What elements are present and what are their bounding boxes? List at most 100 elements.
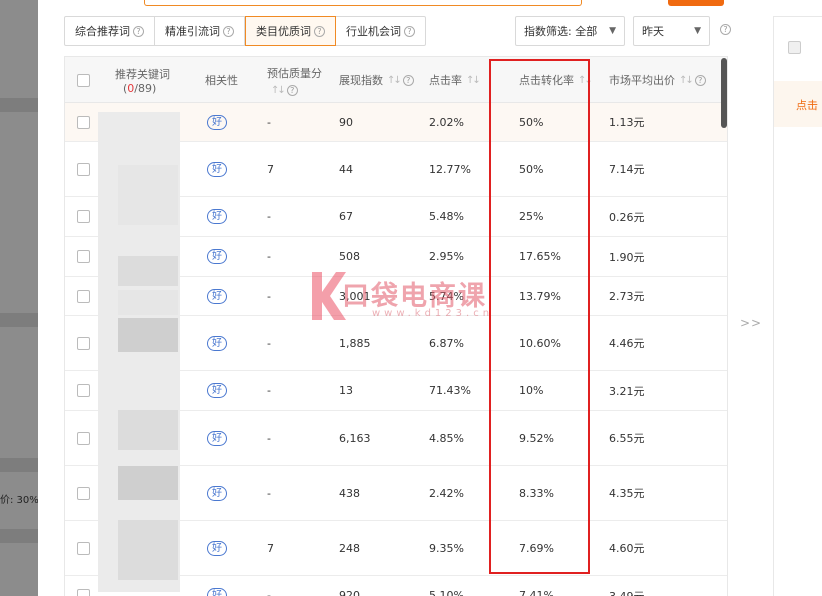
- relevance-badge: 好: [207, 249, 227, 264]
- cell-quality: -: [267, 589, 271, 596]
- cell-impressions: 438: [339, 486, 360, 500]
- row-checkbox[interactable]: [77, 336, 90, 350]
- tab-label: 精准引流词: [165, 25, 220, 38]
- cell-cvr: 10%: [519, 371, 543, 410]
- cell-impressions: 920: [339, 576, 360, 596]
- right-panel-text: 点击: [796, 99, 818, 112]
- help-icon[interactable]: ?: [404, 25, 415, 37]
- cell-ctr: 2.95%: [429, 250, 464, 263]
- checkbox-cell: [77, 237, 90, 276]
- sort-icon[interactable]: ↑↓: [387, 75, 402, 86]
- tab-label: 行业机会词: [346, 25, 401, 38]
- sort-icon[interactable]: ↑↓: [679, 75, 694, 86]
- relevance-badge: 好: [207, 114, 227, 130]
- cell-quality: -: [267, 115, 271, 129]
- checkbox-cell: [77, 197, 90, 236]
- tab-industry-opportunity[interactable]: 行业机会词?: [336, 17, 425, 45]
- blurred-keywords: [118, 165, 178, 225]
- header-avg-price[interactable]: 市场平均出价 ↑↓?: [609, 57, 706, 103]
- search-button[interactable]: [668, 0, 724, 6]
- cell-relevance: 好: [207, 371, 227, 410]
- checkbox-cell: [77, 576, 90, 596]
- cell-impressions: 44: [339, 142, 353, 196]
- cell-impressions: 438: [339, 466, 360, 520]
- cell-ctr: 2.95%: [429, 237, 464, 276]
- cell-ctr: 2.42%: [429, 466, 464, 520]
- cell-price: 3.49元: [609, 589, 645, 596]
- cell-impressions: 90: [339, 103, 353, 141]
- cell-quality: -: [267, 384, 271, 397]
- cell-relevance: 好: [207, 197, 227, 236]
- row-checkbox[interactable]: [77, 162, 90, 176]
- cell-cvr: 10.60%: [519, 336, 561, 350]
- row-checkbox[interactable]: [77, 210, 90, 223]
- cell-cvr: 25%: [519, 210, 544, 223]
- search-input[interactable]: [144, 0, 582, 6]
- help-icon[interactable]: ?: [314, 25, 325, 37]
- sort-icon[interactable]: ↑↓: [578, 75, 593, 86]
- help-icon[interactable]: ?: [694, 74, 706, 86]
- row-checkbox[interactable]: [77, 115, 90, 129]
- left-band: [0, 458, 38, 472]
- header-impressions[interactable]: 展现指数 ↑↓?: [339, 57, 414, 103]
- tab-precise[interactable]: 精准引流词?: [155, 17, 245, 45]
- help-icon[interactable]: ?: [133, 25, 144, 37]
- row-checkbox[interactable]: [77, 289, 90, 303]
- cell-ctr: 12.77%: [429, 142, 471, 196]
- keyword-panel: 综合推荐词? 精准引流词? 类目优质词? 行业机会词? 指数筛选: 全部 ▼ 昨…: [38, 0, 773, 596]
- cell-ctr: 9.35%: [429, 521, 464, 575]
- header-cvr[interactable]: 点击转化率 ↑↓: [519, 57, 593, 103]
- help-icon[interactable]: ?: [286, 84, 298, 96]
- cell-price: 4.46元: [609, 337, 645, 350]
- help-icon[interactable]: ?: [223, 25, 234, 37]
- checkbox-cell: [77, 103, 90, 141]
- index-filter-select[interactable]: 指数筛选: 全部 ▼: [515, 16, 625, 46]
- row-checkbox[interactable]: [77, 431, 90, 445]
- row-checkbox[interactable]: [77, 384, 90, 397]
- select-all-checkbox[interactable]: [77, 73, 90, 87]
- cell-impressions: 920: [339, 589, 360, 596]
- expand-arrows-icon[interactable]: >>: [740, 316, 762, 330]
- blurred-keywords: [118, 318, 178, 352]
- row-checkbox[interactable]: [77, 589, 90, 596]
- cell-impressions: 1,885: [339, 316, 371, 370]
- cell-ctr: 5.74%: [429, 277, 464, 315]
- blurred-keywords: [118, 410, 178, 450]
- cell-price: 4.35元: [609, 487, 645, 500]
- cell-price: 2.73元: [609, 277, 645, 315]
- cell-price: 1.90元: [609, 250, 645, 264]
- row-checkbox[interactable]: [77, 250, 90, 263]
- cell-price: 1.13元: [609, 116, 645, 129]
- keyword-tabs: 综合推荐词? 精准引流词? 类目优质词? 行业机会词?: [64, 16, 426, 46]
- sort-icon[interactable]: ↑↓: [271, 85, 286, 96]
- checkbox-cell: [77, 277, 90, 315]
- header-quality[interactable]: 预估质量分 ↑↓?: [267, 57, 322, 103]
- cell-ctr: 4.85%: [429, 431, 464, 445]
- tab-comprehensive[interactable]: 综合推荐词?: [65, 17, 155, 45]
- row-checkbox[interactable]: [77, 541, 90, 555]
- cell-ctr: 6.87%: [429, 316, 464, 370]
- cell-price: 4.46元: [609, 316, 645, 370]
- help-icon[interactable]: ?: [720, 24, 731, 35]
- cell-quality: -: [267, 316, 271, 370]
- left-strip-text: 价: 30%: [0, 495, 38, 506]
- row-checkbox[interactable]: [77, 486, 90, 500]
- cell-ctr: 5.10%: [429, 576, 464, 596]
- relevance-badge: 好: [207, 588, 227, 596]
- help-icon[interactable]: ?: [402, 74, 414, 86]
- cell-cvr: 50%: [519, 162, 544, 176]
- left-band: [0, 529, 38, 543]
- cell-impressions: 67: [339, 197, 353, 236]
- cell-ctr: 71.43%: [429, 371, 471, 410]
- sort-icon[interactable]: ↑↓: [466, 75, 481, 86]
- header-ctr[interactable]: 点击率 ↑↓: [429, 57, 481, 103]
- tab-category-quality[interactable]: 类目优质词?: [245, 16, 336, 46]
- cell-impressions: 3,001: [339, 289, 371, 303]
- cell-impressions: 44: [339, 162, 353, 176]
- date-select[interactable]: 昨天 ▼: [633, 16, 710, 46]
- cell-price: 7.14元: [609, 163, 645, 176]
- cell-relevance: 好: [207, 521, 227, 575]
- cell-price: 4.60元: [609, 542, 645, 555]
- table-scrollbar[interactable]: [721, 58, 727, 128]
- right-checkbox[interactable]: [788, 41, 801, 54]
